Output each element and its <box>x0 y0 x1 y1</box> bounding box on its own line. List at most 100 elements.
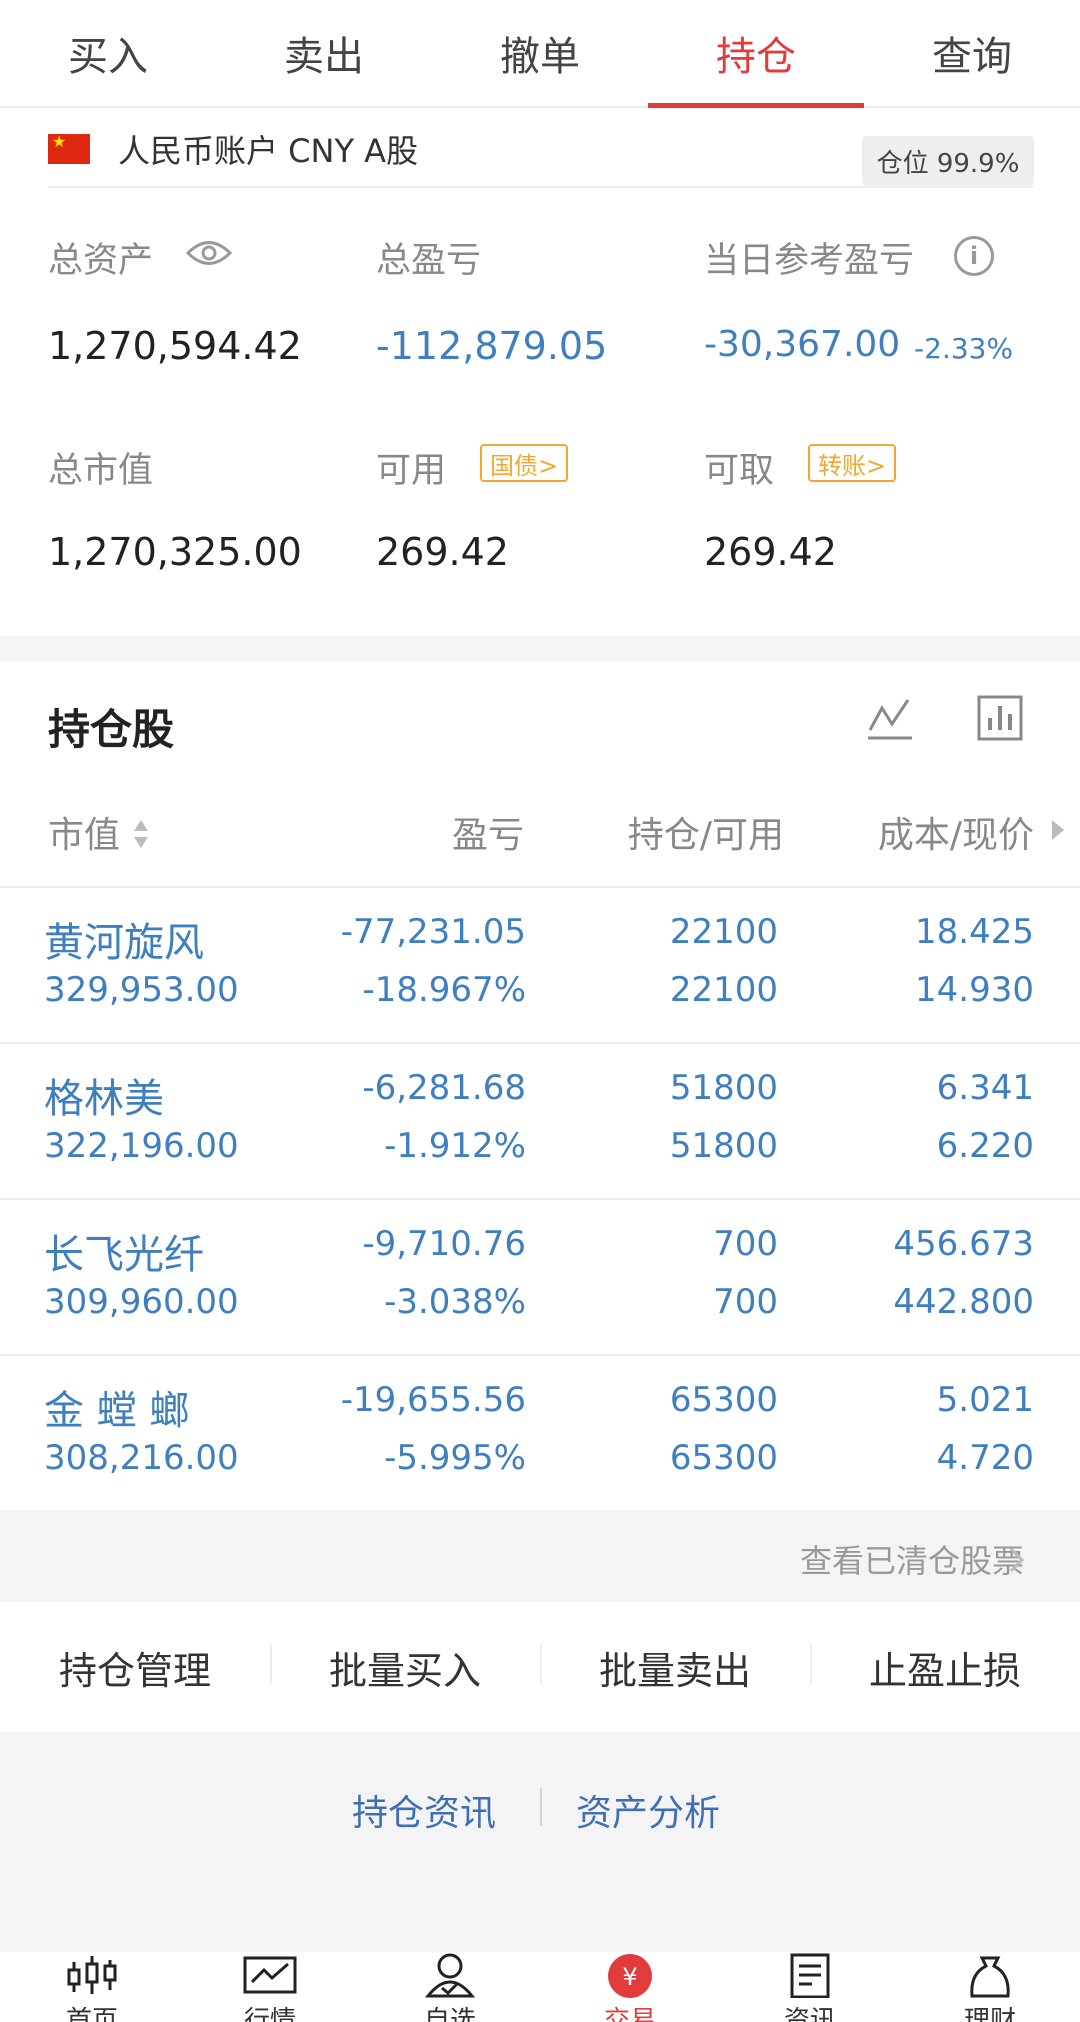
china-flag-icon <box>48 132 90 164</box>
stock-market-value: 308,216.00 <box>44 1438 239 1478</box>
stock-pnl: -77,231.05 <box>340 912 526 952</box>
stock-pnl-percent: -18.967% <box>362 970 526 1010</box>
stock-available: 65300 <box>669 1438 778 1478</box>
batch-sell-button[interactable]: 批量卖出 <box>540 1640 810 1695</box>
nav-news[interactable]: 资讯 <box>760 1952 860 2022</box>
stock-name: 黄河旋风 <box>44 920 204 966</box>
column-cost-price[interactable]: 成本/现价 <box>790 806 1034 858</box>
user-check-icon <box>424 1953 476 1998</box>
stock-market-value: 329,953.00 <box>44 970 239 1010</box>
nav-label: 自选 <box>423 2006 476 2022</box>
nav-watchlist[interactable]: 自选 <box>400 1952 500 2022</box>
column-market-value[interactable]: 市值 <box>48 806 120 858</box>
stock-pnl: -6,281.68 <box>362 1068 526 1108</box>
stock-cost: 5.021 <box>936 1380 1034 1420</box>
document-icon <box>790 1953 830 1998</box>
stock-price: 4.720 <box>936 1438 1034 1478</box>
daily-pnl-value: -30,367.00 <box>704 324 901 365</box>
stock-cost: 456.673 <box>893 1224 1034 1264</box>
money-bag-icon <box>970 1956 1010 1998</box>
links-section <box>0 1732 1080 1952</box>
tab-sell[interactable]: 卖出 <box>216 0 432 106</box>
account-name: 人民币账户 CNY A股 <box>118 132 419 170</box>
stock-cost: 6.341 <box>936 1068 1034 1108</box>
stock-name: 金 螳 螂 <box>44 1388 190 1434</box>
stock-market-value: 309,960.00 <box>44 1282 239 1322</box>
withdrawable-label: 可取 <box>704 451 775 491</box>
stock-name: 格林美 <box>44 1076 164 1122</box>
manage-holdings-button[interactable]: 持仓管理 <box>0 1640 270 1695</box>
stock-pnl-percent: -3.038% <box>384 1282 526 1322</box>
stock-price: 14.930 <box>915 970 1034 1010</box>
bottom-nav: 首页 行情 自选 ¥ 交易 资讯 理财 <box>0 1952 1080 2022</box>
nav-home[interactable]: 首页 <box>42 1952 142 2022</box>
nav-market[interactable]: 行情 <box>220 1952 320 2022</box>
nav-label: 理财 <box>963 2006 1016 2022</box>
stock-pnl-percent: -1.912% <box>384 1126 526 1166</box>
nav-label: 首页 <box>65 2006 118 2022</box>
nav-wealth[interactable]: 理财 <box>940 1952 1040 2022</box>
holding-row[interactable]: 黄河旋风 329,953.00 -77,231.05 -18.967% 2210… <box>0 886 1080 1042</box>
holding-actions: 持仓管理 批量买入 批量卖出 止盈止损 <box>0 1602 1080 1732</box>
daily-pnl-percent: -2.33% <box>914 332 1014 365</box>
section-divider <box>0 636 1080 662</box>
daily-pnl-label: 当日参考盈亏 <box>704 241 915 281</box>
stock-available: 51800 <box>669 1126 778 1166</box>
holding-row[interactable]: 长飞光纤 309,960.00 -9,710.76 -3.038% 700 70… <box>0 1198 1080 1354</box>
market-chart-icon <box>243 1956 297 1994</box>
eye-icon[interactable] <box>186 238 232 268</box>
stock-price: 442.800 <box>893 1282 1034 1322</box>
total-pnl-value: -112,879.05 <box>376 324 608 368</box>
available-label: 可用 <box>376 451 447 491</box>
account-row[interactable]: 人民币账户 CNY A股 仓位 99.9% <box>48 118 1034 188</box>
link-divider <box>540 1788 542 1826</box>
info-icon[interactable]: i <box>954 236 994 276</box>
holdings-title: 持仓股 <box>48 705 175 754</box>
candlestick-icon <box>67 1956 117 1994</box>
stock-market-value: 322,196.00 <box>44 1126 239 1166</box>
view-cleared-stocks-link[interactable]: 查看已清仓股票 <box>800 1536 1024 1582</box>
tab-query[interactable]: 查询 <box>864 0 1080 106</box>
treasury-bond-tag[interactable]: 国债> <box>480 444 569 482</box>
tab-holdings[interactable]: 持仓 <box>648 0 864 108</box>
nav-trade[interactable]: ¥ 交易 <box>580 1952 680 2022</box>
available-value: 269.42 <box>376 530 509 574</box>
batch-buy-button[interactable]: 批量买入 <box>270 1640 540 1695</box>
total-assets-value: 1,270,594.42 <box>48 324 302 368</box>
stock-pnl: -19,655.56 <box>340 1380 526 1420</box>
stop-profit-loss-button[interactable]: 止盈止损 <box>810 1640 1080 1695</box>
market-value-value: 1,270,325.00 <box>48 530 302 574</box>
sort-icon[interactable] <box>132 818 150 850</box>
stock-position: 22100 <box>669 912 778 952</box>
position-ratio-badge: 仓位 99.9% <box>862 136 1034 186</box>
transfer-tag[interactable]: 转账> <box>808 444 897 482</box>
nav-label: 交易 <box>603 2006 656 2022</box>
withdrawable-value: 269.42 <box>704 530 837 574</box>
stock-available: 700 <box>713 1282 778 1322</box>
more-columns-icon[interactable] <box>1052 820 1064 840</box>
asset-analysis-link[interactable]: 资产分析 <box>576 1784 720 1836</box>
line-chart-icon[interactable] <box>866 694 914 742</box>
trade-tabs: 买入 卖出 撤单 持仓 查询 <box>0 0 1080 108</box>
tab-cancel-order[interactable]: 撤单 <box>432 0 648 106</box>
market-value-label: 总市值 <box>48 451 154 491</box>
nav-label: 行情 <box>243 2006 296 2022</box>
holding-row[interactable]: 格林美 322,196.00 -6,281.68 -1.912% 51800 5… <box>0 1042 1080 1198</box>
stock-position: 700 <box>713 1224 778 1264</box>
chevron-right-icon <box>1009 1547 1025 1573</box>
stock-cost: 18.425 <box>915 912 1034 952</box>
tab-buy[interactable]: 买入 <box>0 0 216 106</box>
nav-label: 资讯 <box>783 2006 836 2022</box>
stock-position: 51800 <box>669 1068 778 1108</box>
bar-chart-icon[interactable] <box>976 694 1024 742</box>
stock-price: 6.220 <box>936 1126 1034 1166</box>
yuan-circle-icon: ¥ <box>608 1954 652 1998</box>
holding-row[interactable]: 金 螳 螂 308,216.00 -19,655.56 -5.995% 6530… <box>0 1354 1080 1510</box>
stock-position: 65300 <box>669 1380 778 1420</box>
column-position[interactable]: 持仓/可用 <box>560 806 784 858</box>
stock-available: 22100 <box>669 970 778 1010</box>
total-assets-label: 总资产 <box>48 241 154 281</box>
column-pnl[interactable]: 盈亏 <box>380 806 524 858</box>
stock-pnl: -9,710.76 <box>362 1224 526 1264</box>
holdings-news-link[interactable]: 持仓资讯 <box>352 1784 496 1836</box>
